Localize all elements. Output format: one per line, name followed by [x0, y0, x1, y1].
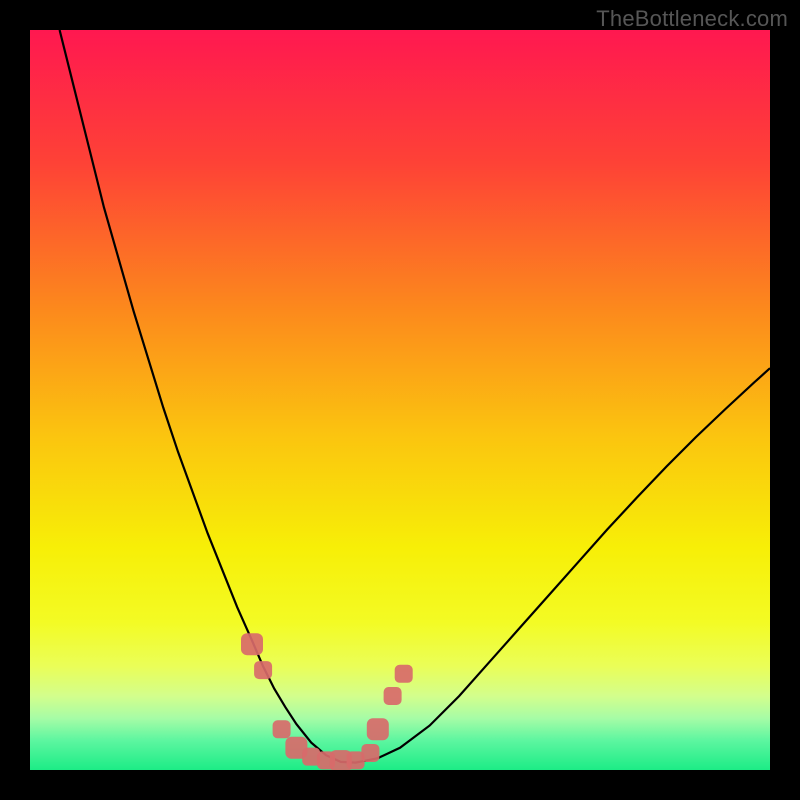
marker-point — [273, 720, 291, 738]
plot-area — [30, 30, 770, 770]
marker-point — [241, 633, 263, 655]
marker-point — [395, 665, 413, 683]
chart-frame: TheBottleneck.com — [0, 0, 800, 800]
marker-point — [254, 661, 272, 679]
chart-svg — [30, 30, 770, 770]
gradient-background — [30, 30, 770, 770]
marker-point — [367, 718, 389, 740]
marker-point — [361, 744, 379, 762]
marker-point — [384, 687, 402, 705]
watermark-text: TheBottleneck.com — [596, 6, 788, 32]
